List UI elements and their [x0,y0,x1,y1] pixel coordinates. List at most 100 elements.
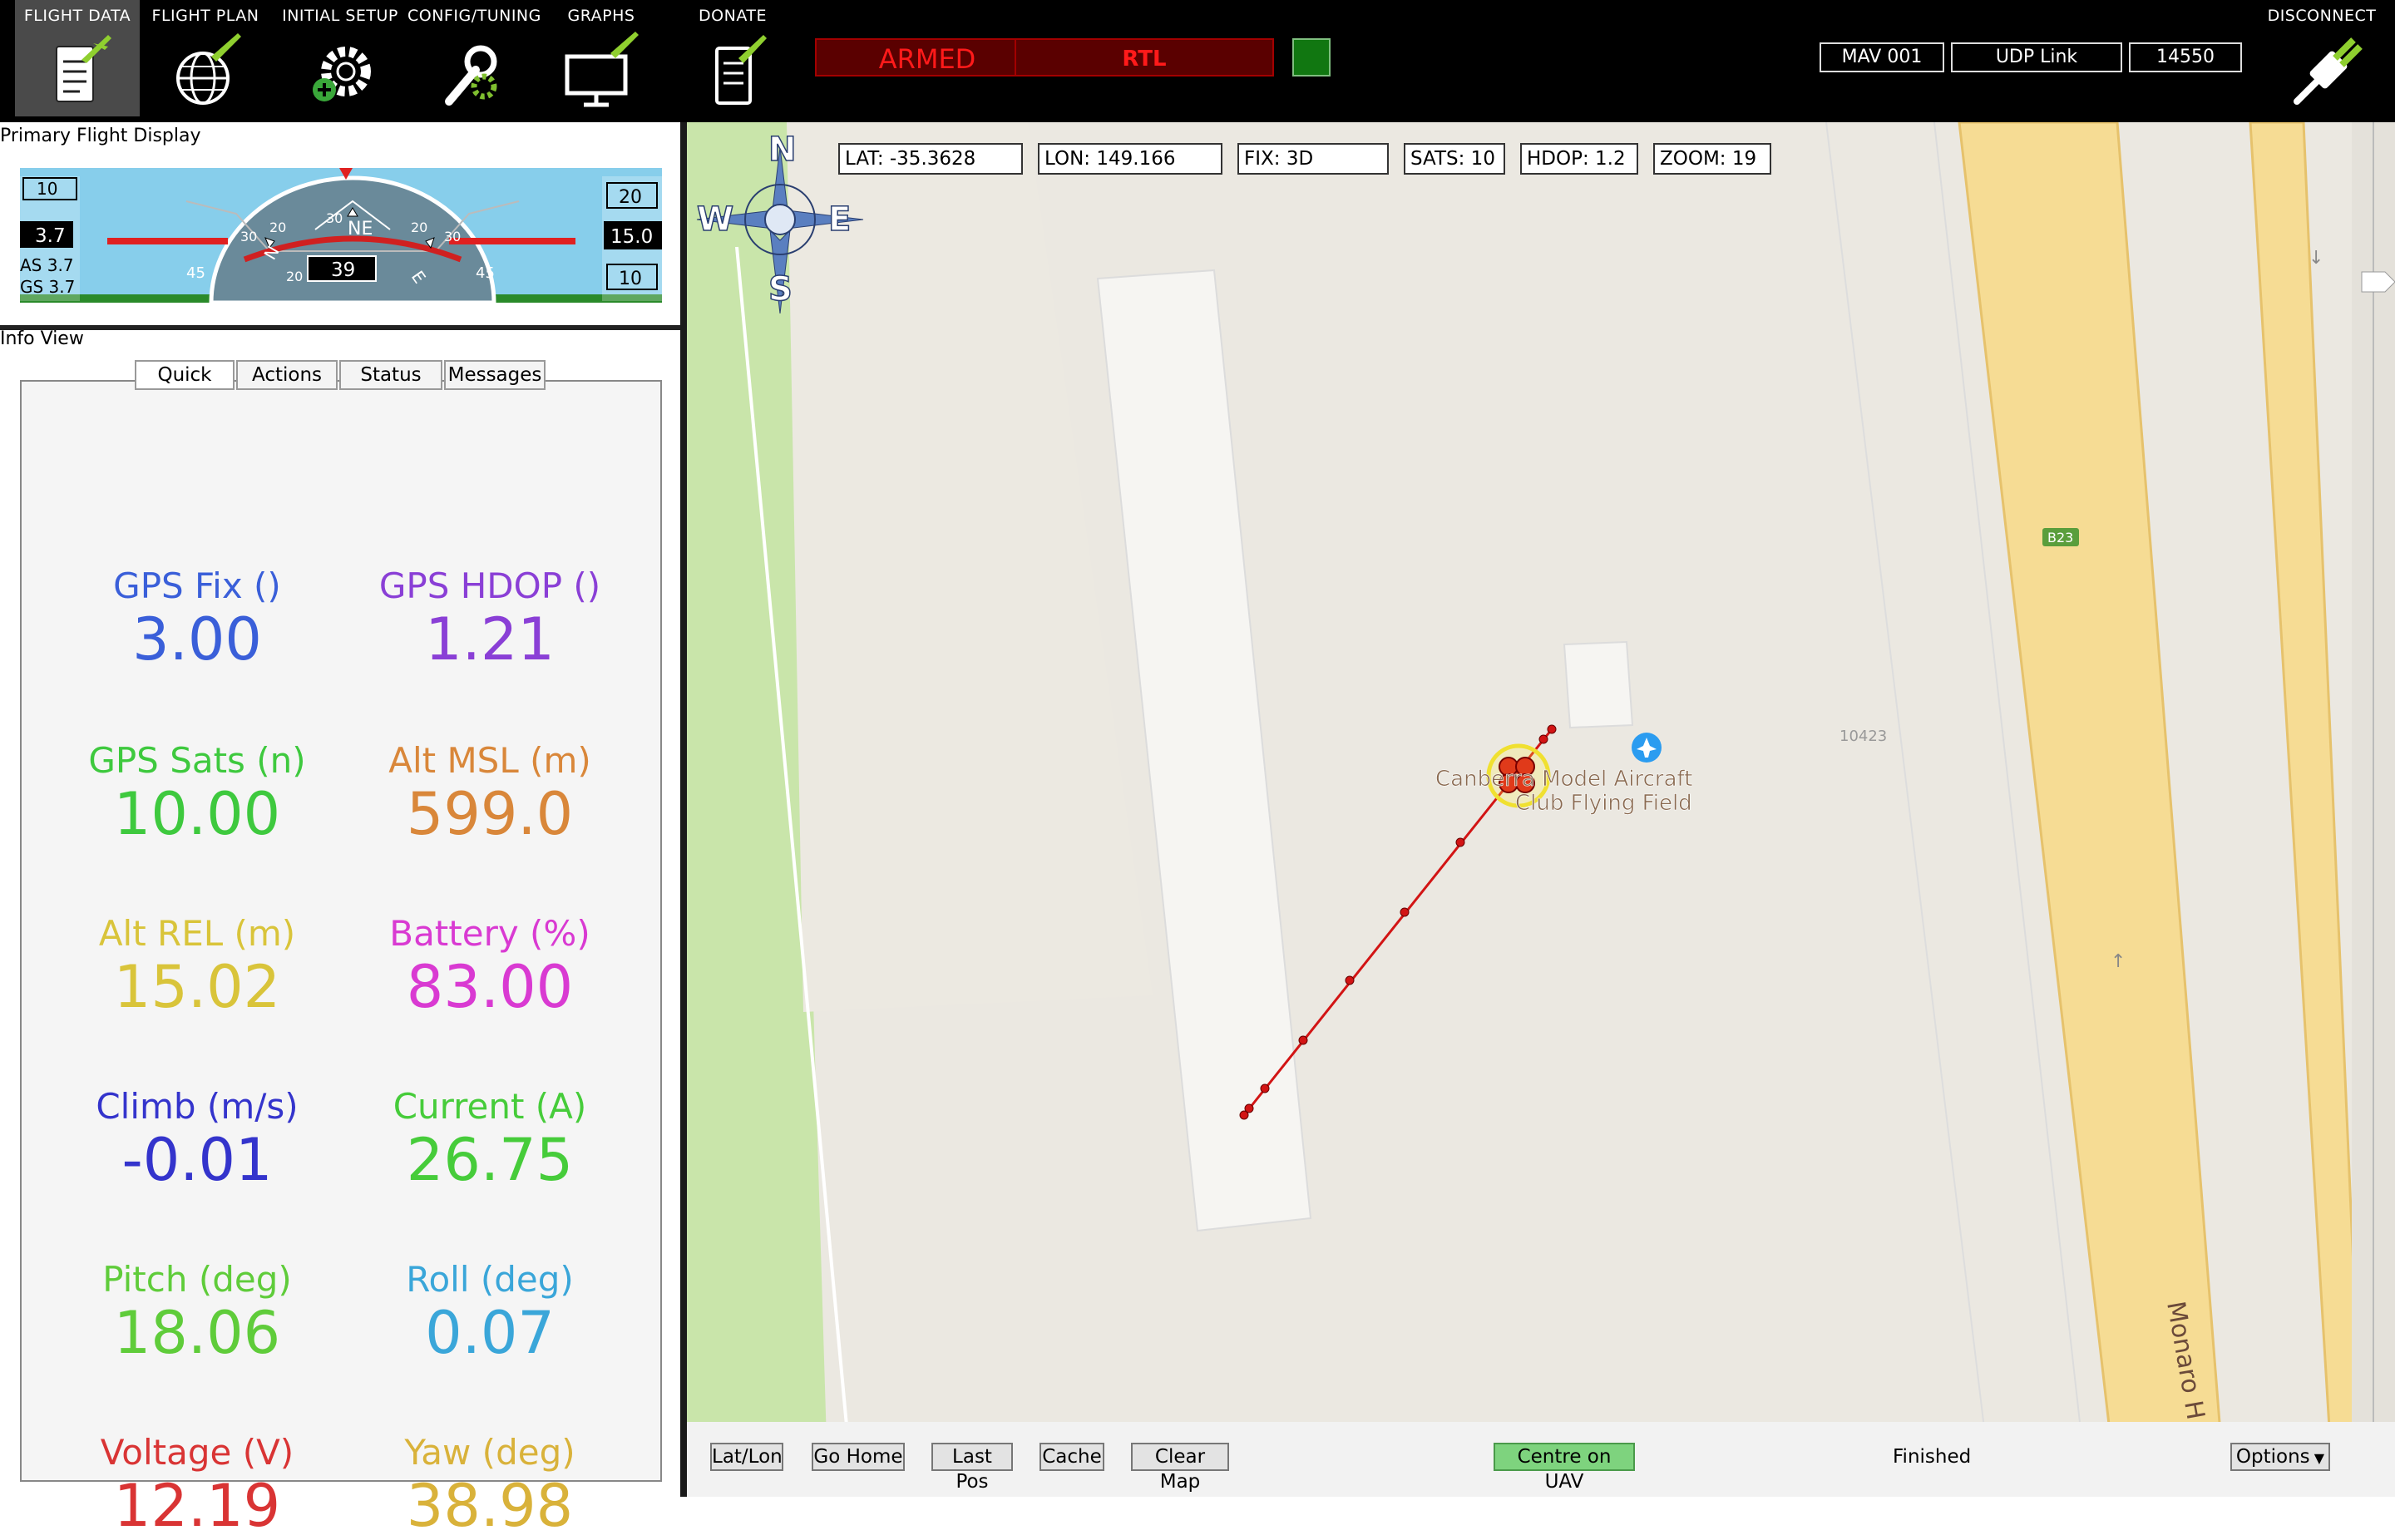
pitch-label-right: 45 [476,264,495,282]
lon-field: LON: 149.166 [1038,143,1222,175]
disconnect-label: DISCONNECT [2267,7,2377,25]
pitch-label-left: 45 [186,264,205,282]
pfd-title: Primary Flight Display [0,126,201,146]
metric-value: 3.00 [132,605,262,674]
metric-label: Pitch (deg) [102,1259,292,1300]
track-point [1547,724,1557,734]
metric-label: Climb (m/s) [96,1086,299,1127]
airspeed-text: AS 3.7 [20,255,74,275]
toolbar-donate[interactable]: DONATE [670,0,795,116]
metric-value: 0.07 [425,1299,555,1367]
metric-gps-hdop: GPS HDOP () 1.21 [343,566,637,674]
speed-tick: 10 [37,179,57,199]
road-shield-label: B23 [2047,530,2073,545]
metric-value: 12.19 [113,1472,281,1540]
metric-label: Yaw (deg) [404,1432,575,1473]
config-tuning-icon [445,45,497,106]
toolbar-label: INITIAL SETUP [282,7,398,25]
road-number-label: 10423 [1839,728,1887,745]
building [1563,640,1634,729]
tick-label: 30 [444,229,461,244]
heading-readout: 39 [331,259,355,281]
map-view[interactable]: ↓ ↑ B23 10423 Monaro H Canberra Model Ai… [687,122,2395,1497]
toolbar-label: CONFIG/TUNING [407,7,541,25]
primary-flight-display: NE N E 30 20 30 20 30 20 45 45 39 10 3.7… [20,168,662,303]
left-panel: Primary Flight Display NE N E 30 20 30 2… [0,122,680,1539]
toolbar-flight-data[interactable]: FLIGHT DATA [15,0,140,116]
tick-label: 20 [269,220,286,235]
metric-yaw: Yaw (deg) 38.98 [343,1432,637,1540]
alt-tick-bottom: 10 [619,269,642,289]
metric-battery: Battery (%) 83.00 [343,914,637,1021]
initial-setup-icon [313,47,371,101]
tick-label: 30 [326,210,343,226]
toolbar-label: FLIGHT PLAN [151,7,259,25]
toolbar-flight-plan[interactable]: FLIGHT PLAN [143,0,268,116]
panel-divider [0,325,680,330]
altitude-readout: 15.0 [610,226,653,248]
metric-label: GPS Sats (n) [88,740,306,781]
compass-s: S [768,270,793,308]
mav-select[interactable]: MAV 001 [1820,42,1944,72]
last-pos-button[interactable]: Last Pos [931,1443,1013,1493]
track-point [1455,837,1465,847]
speed-readout: 3.7 [35,225,66,247]
tab-messages[interactable]: Messages [444,360,546,390]
metric-value: -0.01 [121,1126,273,1194]
place-label-line2: Club Flying Field [1515,791,1692,816]
toolbar-graphs[interactable]: GRAPHS [539,0,664,116]
attitude-indicator: NE N E 30 20 30 20 30 20 45 45 39 10 3.7… [20,168,662,303]
metric-label: Alt MSL (m) [388,740,591,781]
options-dropdown[interactable]: Options ▼ [2230,1443,2330,1471]
tick-label: 30 [240,229,257,244]
link-type-select[interactable]: UDP Link [1951,42,2122,72]
centre-on-uav-button[interactable]: Centre on UAV [1494,1443,1635,1493]
road-direction-arrow: ↑ [2111,951,2126,972]
quick-view-panel: GPS Fix () 3.00 GPS HDOP () 1.21 GPS Sat… [20,380,662,1539]
port-field[interactable]: 14550 [2129,42,2242,72]
sats-field: SATS: 10 [1404,143,1505,175]
panel-splitter[interactable] [680,122,687,1497]
metric-value: 1.21 [425,605,555,674]
clear-map-button[interactable]: Clear Map [1131,1443,1229,1493]
go-home-button[interactable]: Go Home [812,1443,905,1471]
metric-label: Current (A) [393,1086,587,1127]
metric-climb: Climb (m/s) -0.01 [50,1086,344,1194]
toolbar-config-tuning[interactable]: CONFIG/TUNING [407,0,541,116]
groundspeed-text: GS 3.7 [20,277,75,297]
compass-n: N [768,131,796,169]
road-direction-arrow: ↓ [2309,248,2323,269]
top-toolbar: FLIGHT DATA FLIGHT PLAN INITIAL SETUP CO… [0,0,2395,122]
track-point [1298,1035,1308,1045]
metric-gps-sats: GPS Sats (n) 10.00 [50,740,344,848]
compass-e: E [828,200,851,239]
tab-actions[interactable]: Actions [236,360,338,390]
map-status-text: Finished [1893,1446,1972,1468]
fix-field: FIX: 3D [1237,143,1389,175]
metric-label: Alt REL (m) [98,913,296,954]
metric-value: 26.75 [406,1126,574,1194]
metric-current: Current (A) 26.75 [343,1086,637,1194]
zoom-field: ZOOM: 19 [1653,143,1771,175]
compass-w: W [697,200,733,239]
toolbar-label: DONATE [699,7,767,25]
disconnect-button[interactable]: DISCONNECT [2255,0,2388,116]
track-point [1400,907,1410,917]
cache-button[interactable]: Cache [1039,1443,1104,1471]
metric-label: GPS Fix () [113,565,281,606]
toolbar-initial-setup[interactable]: INITIAL SETUP [278,0,402,116]
metric-alt-rel: Alt REL (m) 15.02 [50,913,344,1021]
metric-roll: Roll (deg) 0.07 [343,1260,637,1367]
toolbar-label: GRAPHS [567,7,635,25]
metric-alt-msl: Alt MSL (m) 599.0 [343,740,637,848]
latlon-button[interactable]: Lat/Lon [710,1443,783,1471]
track-point [1244,1103,1254,1113]
track-point [1345,975,1355,985]
metric-value: 38.98 [406,1472,574,1540]
metric-value: 10.00 [113,780,281,848]
info-view-title: Info View [0,328,84,349]
tab-status[interactable]: Status [339,360,442,390]
graphs-icon [565,32,639,107]
tab-quick[interactable]: Quick [135,360,235,390]
armed-status: ARMED [815,38,1039,77]
